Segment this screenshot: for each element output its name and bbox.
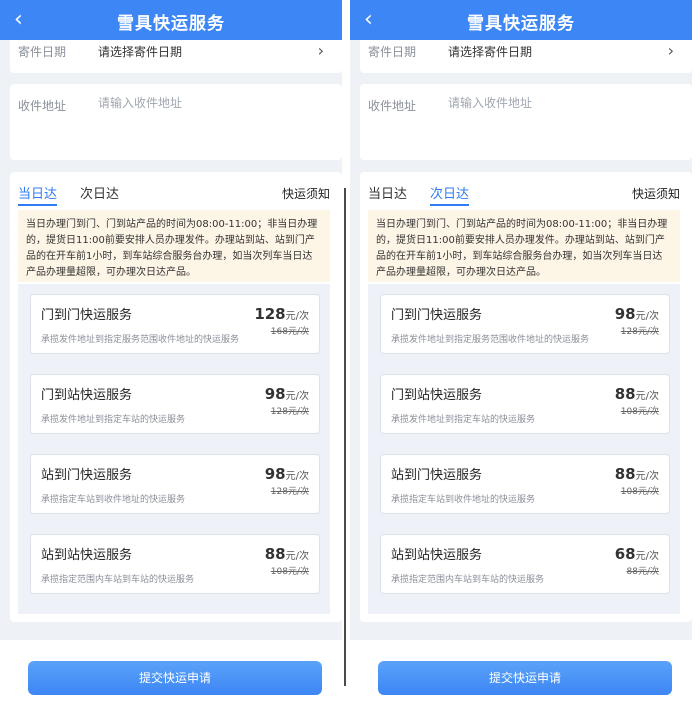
date-row[interactable]: 寄件日期 请选择寄件日期 ›	[10, 40, 342, 73]
date-label: 寄件日期	[368, 45, 417, 59]
service-desc: 承揽发件地址到指定服务范围收件地址的快运服务	[391, 335, 590, 345]
price-original: 88元/次	[626, 567, 660, 577]
price-unit: 元/次	[635, 391, 659, 402]
service-list: 门到门快运服务 承揽发件地址到指定服务范围收件地址的快运服务 98元/次 128…	[368, 284, 680, 614]
price-current: 98	[614, 305, 636, 323]
price-unit: 元/次	[285, 311, 309, 322]
price-block: 98元/次 128元/次	[615, 304, 659, 337]
bottom-bar: 提交快运申请	[350, 640, 692, 701]
price-original: 168元/次	[270, 327, 309, 337]
service-option[interactable]: 站到站快运服务 承揽指定范围内车站到车站的快运服务 68元/次 88元/次	[380, 534, 670, 594]
service-desc: 承揽指定范围内车站到车站的快运服务	[391, 575, 545, 585]
service-title: 站到站快运服务	[41, 548, 133, 563]
service-card: 当日达 次日达 快运须知 当日办理门到门、门到站产品的时间为08:00-11:0…	[360, 172, 692, 622]
date-value: 请选择寄件日期	[448, 45, 533, 59]
service-option[interactable]: 门到站快运服务 承揽发件地址到指定车站的快运服务 98元/次 128元/次	[30, 374, 320, 434]
notice-box: 当日办理门到门、门到站产品的时间为08:00-11:00；非当日办理的，提货日1…	[18, 210, 330, 282]
address-label: 收件地址	[368, 99, 417, 113]
price-block: 68元/次 88元/次	[615, 544, 659, 577]
price-current: 68	[614, 545, 636, 563]
service-desc: 承揽指定车站到收件地址的快运服务	[391, 495, 536, 505]
service-desc: 承揽发件地址到指定服务范围收件地址的快运服务	[41, 335, 240, 345]
service-title: 站到门快运服务	[41, 468, 133, 483]
panel-same-day: ‹ 雪具快运服务 寄件日期 请选择寄件日期 › 收件地址 请输入收件地址 当日达…	[0, 0, 342, 701]
price-block: 98元/次 128元/次	[265, 464, 309, 497]
price-current: 88	[264, 545, 286, 563]
service-option[interactable]: 门到站快运服务 承揽发件地址到指定车站的快运服务 88元/次 108元/次	[380, 374, 670, 434]
price-current: 88	[614, 385, 636, 403]
address-card: 收件地址 请输入收件地址	[360, 84, 692, 160]
panel-next-day: ‹ 雪具快运服务 寄件日期 请选择寄件日期 › 收件地址 请输入收件地址 当日达…	[350, 0, 692, 701]
service-desc: 承揽指定范围内车站到车站的快运服务	[41, 575, 195, 585]
service-desc: 承揽发件地址到指定车站的快运服务	[391, 415, 536, 425]
price-unit: 元/次	[635, 471, 659, 482]
service-list: 门到门快运服务 承揽发件地址到指定服务范围收件地址的快运服务 128元/次 16…	[18, 284, 330, 614]
service-option[interactable]: 站到门快运服务 承揽指定车站到收件地址的快运服务 98元/次 128元/次	[30, 454, 320, 514]
service-title: 门到站快运服务	[41, 388, 133, 403]
tab-next-day[interactable]: 次日达	[430, 183, 470, 206]
service-desc: 承揽发件地址到指定车站的快运服务	[41, 415, 186, 425]
notice-box: 当日办理门到门、门到站产品的时间为08:00-11:00；非当日办理的，提货日1…	[368, 210, 680, 282]
service-title: 门到门快运服务	[41, 308, 133, 323]
service-title: 门到门快运服务	[391, 308, 483, 323]
header-bar: ‹ 雪具快运服务	[0, 0, 342, 40]
shipping-notice-link[interactable]: 快运须知	[632, 185, 680, 202]
price-unit: 元/次	[285, 551, 309, 562]
price-block: 88元/次 108元/次	[615, 464, 659, 497]
address-card: 收件地址 请输入收件地址	[10, 84, 342, 160]
divider	[344, 188, 346, 686]
price-original: 128元/次	[270, 487, 309, 497]
bottom-bar: 提交快运申请	[0, 640, 342, 701]
service-title: 站到门快运服务	[391, 468, 483, 483]
price-original: 108元/次	[270, 567, 309, 577]
price-original: 108元/次	[620, 407, 659, 417]
tab-same-day[interactable]: 当日达	[368, 183, 407, 204]
page-title: 雪具快运服务	[467, 14, 575, 34]
service-card: 当日达 次日达 快运须知 当日办理门到门、门到站产品的时间为08:00-11:0…	[10, 172, 342, 622]
price-current: 88	[614, 465, 636, 483]
price-block: 88元/次 108元/次	[615, 384, 659, 417]
price-block: 88元/次 108元/次	[265, 544, 309, 577]
price-unit: 元/次	[635, 311, 659, 322]
chevron-right-icon: ›	[317, 41, 324, 60]
service-desc: 承揽指定车站到收件地址的快运服务	[41, 495, 186, 505]
date-value: 请选择寄件日期	[98, 45, 183, 59]
price-current: 98	[264, 465, 286, 483]
price-block: 98元/次 128元/次	[265, 384, 309, 417]
submit-button[interactable]: 提交快运申请	[28, 661, 322, 695]
service-title: 门到站快运服务	[391, 388, 483, 403]
service-option[interactable]: 站到门快运服务 承揽指定车站到收件地址的快运服务 88元/次 108元/次	[380, 454, 670, 514]
price-unit: 元/次	[285, 471, 309, 482]
price-original: 128元/次	[270, 407, 309, 417]
price-unit: 元/次	[285, 391, 309, 402]
submit-button[interactable]: 提交快运申请	[378, 661, 672, 695]
page-title: 雪具快运服务	[117, 14, 225, 34]
service-title: 站到站快运服务	[391, 548, 483, 563]
price-unit: 元/次	[635, 551, 659, 562]
price-current: 98	[264, 385, 286, 403]
tab-same-day[interactable]: 当日达	[18, 183, 58, 206]
service-option[interactable]: 门到门快运服务 承揽发件地址到指定服务范围收件地址的快运服务 98元/次 128…	[380, 294, 670, 354]
date-label: 寄件日期	[18, 45, 67, 59]
price-block: 128元/次 168元/次	[254, 304, 309, 337]
shipping-notice-link[interactable]: 快运须知	[282, 185, 330, 202]
price-original: 108元/次	[620, 487, 659, 497]
service-option[interactable]: 站到站快运服务 承揽指定范围内车站到车站的快运服务 88元/次 108元/次	[30, 534, 320, 594]
date-row[interactable]: 寄件日期 请选择寄件日期 ›	[360, 40, 692, 73]
header-bar: ‹ 雪具快运服务	[350, 0, 692, 40]
address-label: 收件地址	[18, 99, 67, 113]
chevron-right-icon: ›	[667, 41, 674, 60]
price-current: 128	[254, 305, 286, 323]
price-original: 128元/次	[620, 327, 659, 337]
tab-next-day[interactable]: 次日达	[80, 183, 119, 204]
service-option[interactable]: 门到门快运服务 承揽发件地址到指定服务范围收件地址的快运服务 128元/次 16…	[30, 294, 320, 354]
address-input[interactable]: 请输入收件地址	[448, 94, 532, 111]
address-input[interactable]: 请输入收件地址	[98, 94, 182, 111]
